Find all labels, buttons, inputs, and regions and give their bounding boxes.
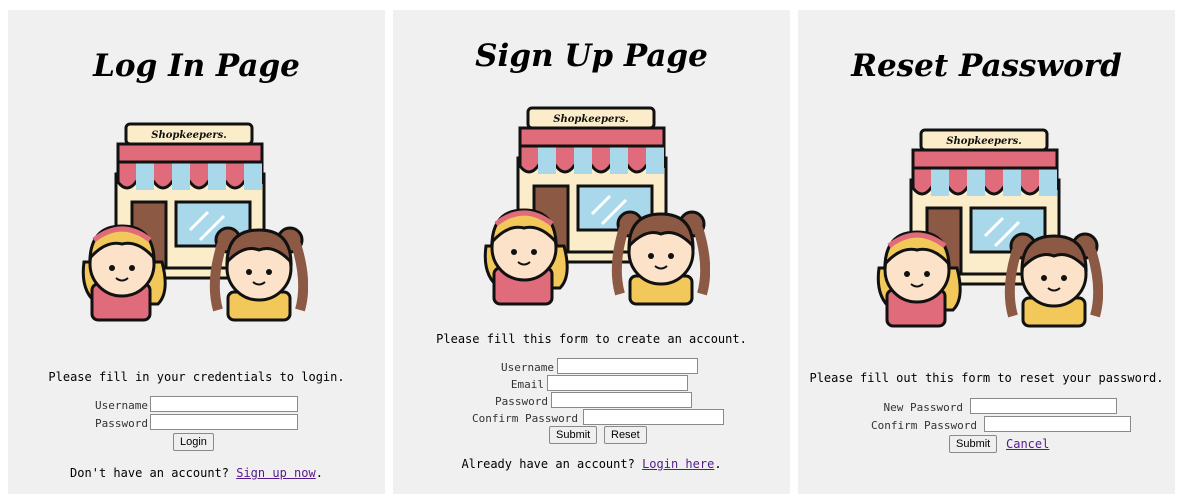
svg-text:Shopkeepers.: Shopkeepers. (151, 130, 227, 141)
signup-instructions: Please fill this form to create an accou… (436, 332, 747, 346)
new-password-row: New Password (798, 398, 1175, 418)
reset-button[interactable]: Reset (604, 426, 647, 444)
submit-button[interactable]: Submit (949, 435, 998, 453)
svg-text:Shopkeepers.: Shopkeepers. (946, 136, 1022, 147)
svg-text:Shopkeepers.: Shopkeepers. (553, 114, 629, 125)
password-label: Password (95, 417, 148, 430)
login-panel: Log In Page Shopkeepers. Please fill in … (8, 10, 385, 494)
login-button[interactable]: Login (173, 433, 214, 451)
new-password-label: New Password (883, 401, 963, 414)
password-input[interactable] (150, 414, 298, 430)
reset-instructions: Please fill out this form to reset your … (809, 371, 1164, 385)
shopkeepers-logo: Shopkeepers. (480, 106, 710, 306)
reset-page-title: Reset Password (851, 48, 1122, 84)
shop-illustration: Shopkeepers. (78, 122, 308, 322)
confirm-password-input[interactable] (984, 416, 1131, 432)
login-footer-text: Don't have an account? (70, 466, 237, 480)
new-password-input[interactable] (970, 398, 1117, 414)
signup-page-title: Sign Up Page (475, 38, 708, 74)
confirm-password-input[interactable] (583, 409, 724, 425)
submit-button[interactable]: Submit (549, 426, 598, 444)
cancel-link[interactable]: Cancel (1006, 437, 1049, 451)
username-label: Username (95, 399, 148, 412)
signup-footer: Already have an account? Login here. (393, 457, 790, 471)
sign-up-link[interactable]: Sign up now (236, 466, 315, 480)
password-label: Password (495, 395, 548, 408)
shop-illustration: Shopkeepers. (873, 128, 1103, 328)
username-label: Username (501, 361, 554, 374)
username-input[interactable] (557, 358, 698, 374)
signup-footer-text: Already have an account? (461, 457, 643, 471)
reset-panel: Reset Password Shopkeepers. Please fill … (798, 10, 1175, 494)
username-row: Username (8, 396, 385, 416)
username-input[interactable] (150, 396, 298, 412)
shopkeepers-logo: Shopkeepers. (873, 128, 1103, 328)
shopkeepers-logo: Shopkeepers. (78, 122, 308, 322)
login-page-title: Log In Page (93, 48, 300, 84)
login-instructions: Please fill in your credentials to login… (48, 370, 345, 384)
email-label: Email (510, 378, 544, 391)
login-footer-tail: . (315, 466, 323, 480)
password-row: Password (8, 414, 385, 434)
login-footer: Don't have an account? Sign up now. (8, 466, 385, 480)
confirm-password-row: Confirm Password (798, 416, 1175, 436)
signup-panel: Sign Up Page Shopkeepers. Please fill th… (393, 10, 790, 494)
login-here-link[interactable]: Login here (642, 457, 714, 471)
signup-footer-tail: . (714, 457, 722, 471)
password-input[interactable] (551, 392, 692, 408)
confirm-password-label: Confirm Password (871, 419, 977, 432)
shop-illustration: Shopkeepers. (480, 106, 710, 306)
email-input[interactable] (547, 375, 688, 391)
confirm-password-label: Confirm Password (472, 412, 578, 425)
